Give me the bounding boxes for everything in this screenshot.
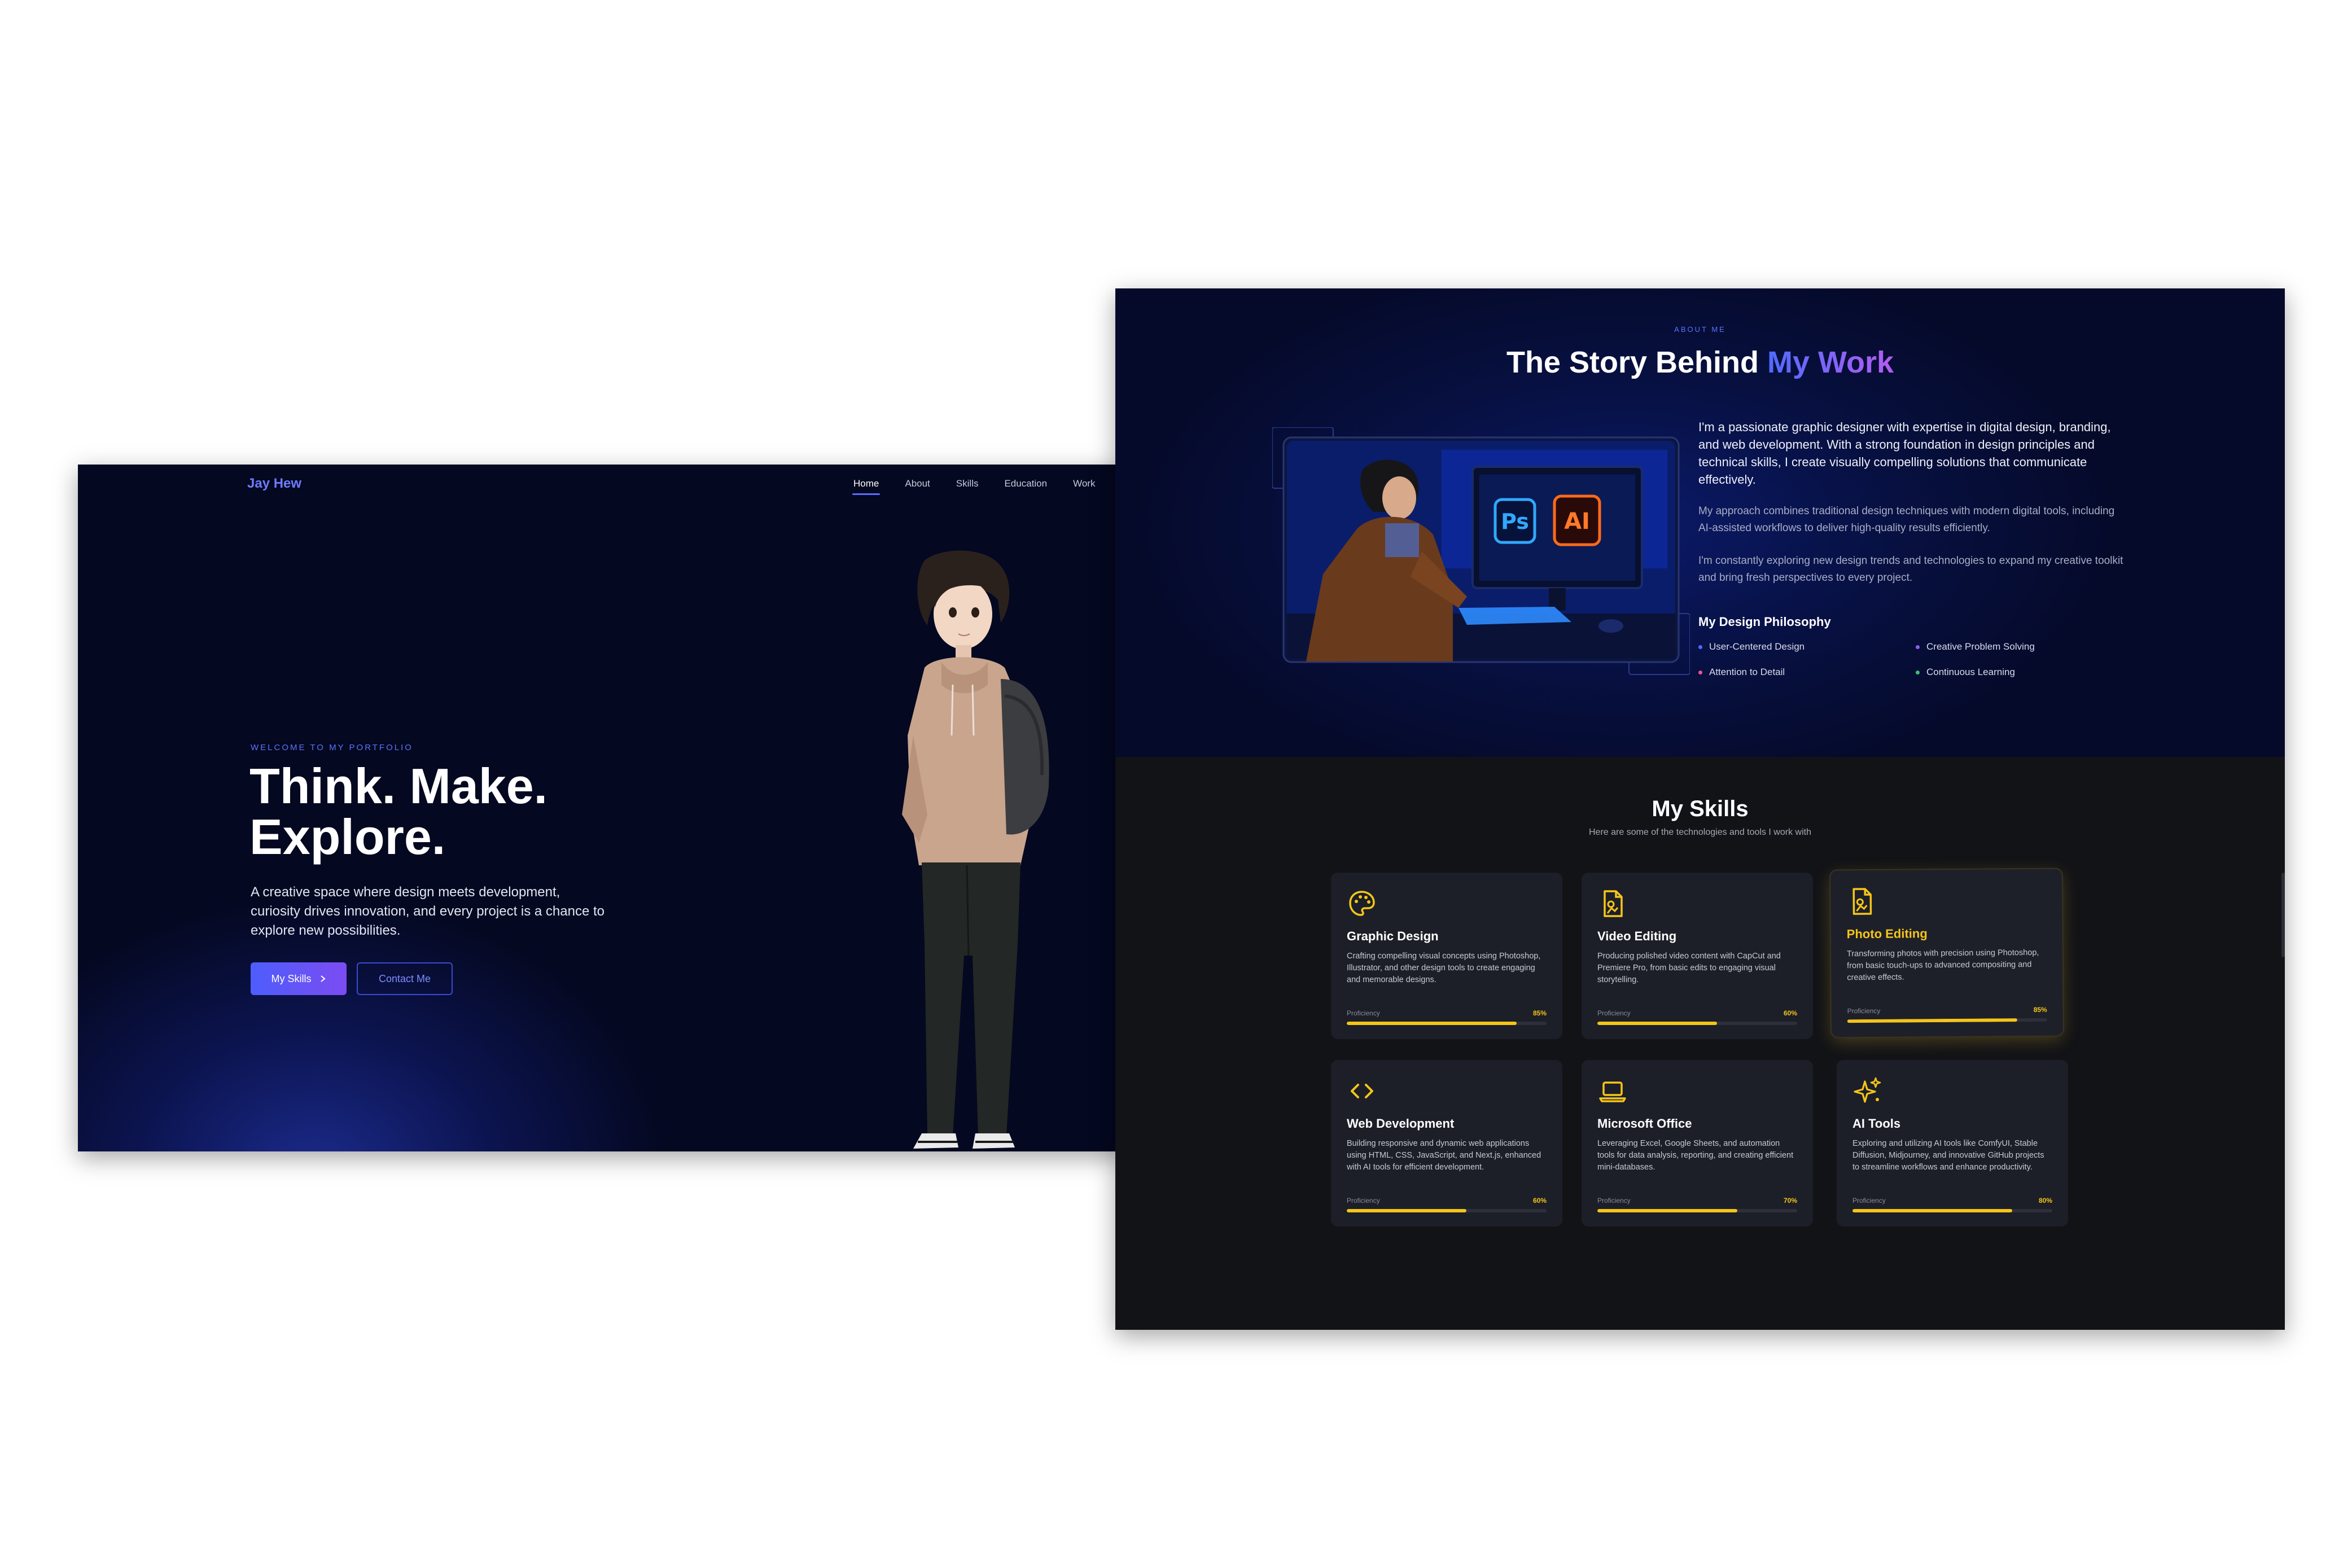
skills-subtitle: Here are some of the technologies and to… <box>1589 827 1811 837</box>
proficiency-value: 60% <box>1532 1197 1547 1205</box>
character-illustration <box>902 550 1049 1149</box>
hero-title-line2: Explore. <box>249 809 446 865</box>
proficiency-bar <box>1847 1018 2047 1023</box>
nav-about[interactable]: About <box>905 478 930 495</box>
proficiency-bar-fill <box>1847 1018 2017 1023</box>
skill-card-graphic-design[interactable]: Graphic Design Crafting compelling visua… <box>1331 873 1562 1039</box>
bullet-dot-icon <box>1698 670 1702 674</box>
skill-card-ai-tools[interactable]: AI Tools Exploring and utilizing AI tool… <box>1837 1060 2068 1227</box>
proficiency-label: Proficiency <box>1347 1197 1380 1205</box>
contact-me-button-label: Contact Me <box>378 973 431 984</box>
proficiency-bar-fill <box>1597 1022 1718 1025</box>
proficiency-bar-fill <box>1852 1209 2013 1212</box>
skill-card-description: Leveraging Excel, Google Sheets, and aut… <box>1597 1139 1794 1172</box>
nav-education[interactable]: Education <box>1004 478 1047 495</box>
nav-skills[interactable]: Skills <box>956 478 979 495</box>
laptop-icon <box>1599 1081 1626 1102</box>
about-paragraph-1: I'm a passionate graphic designer with e… <box>1698 420 2111 487</box>
hero-description: A creative space where design meets deve… <box>251 884 605 938</box>
main-nav: Home About Skills Education Work <box>852 478 1121 495</box>
skill-card-description: Building responsive and dynamic web appl… <box>1347 1139 1541 1172</box>
nav-work[interactable]: Work <box>1073 478 1095 495</box>
image-file-icon <box>1852 888 1872 915</box>
proficiency-bar-fill <box>1347 1022 1517 1025</box>
proficiency-bar-fill <box>1347 1209 1467 1212</box>
philosophy-item-label: Continuous Learning <box>1926 667 2015 677</box>
about-title-plain: The Story Behind <box>1506 345 1767 379</box>
skill-card-title: AI Tools <box>1852 1116 1901 1131</box>
ps-label: Ps <box>1501 509 1529 534</box>
proficiency-bar <box>1597 1022 1797 1025</box>
philosophy-title: My Design Philosophy <box>1698 615 1831 629</box>
bullet-dot-icon <box>1916 670 1920 674</box>
skill-card-photo-editing[interactable]: Photo Editing Transforming photos with p… <box>1830 869 2064 1037</box>
philosophy-item: Creative Problem Solving <box>1916 641 2035 652</box>
scrollbar-thumb[interactable] <box>2281 873 2285 957</box>
philosophy-item: Continuous Learning <box>1916 667 2015 678</box>
contact-me-button[interactable]: Contact Me <box>357 962 453 995</box>
designer-workspace-illustration: Ps AI <box>1272 427 1690 675</box>
palette-icon <box>1349 891 1375 916</box>
bullet-dot-icon <box>1698 645 1702 649</box>
philosophy-item-label: Attention to Detail <box>1709 667 1785 677</box>
hero-title-line1: Think. Make. <box>249 758 548 814</box>
sparkles-icon <box>1854 1077 1881 1103</box>
proficiency-label: Proficiency <box>1597 1009 1631 1017</box>
proficiency-label: Proficiency <box>1597 1197 1631 1205</box>
hero-title: Think. Make. Explore. <box>249 761 645 862</box>
about-skills-window: ABOUT ME The Story Behind My Work Ps AI <box>1115 288 2285 1330</box>
skill-card-title: Web Development <box>1347 1116 1455 1131</box>
about-eyebrow: ABOUT ME <box>1674 325 1726 334</box>
about-paragraph-3: I'm constantly exploring new design tren… <box>1698 555 2123 584</box>
proficiency-value: 60% <box>1783 1009 1797 1017</box>
philosophy-item: User-Centered Design <box>1698 641 1804 652</box>
skill-card-title: Microsoft Office <box>1597 1116 1692 1131</box>
proficiency-label: Proficiency <box>1852 1197 1886 1205</box>
skill-card-title: Photo Editing <box>1846 926 1928 941</box>
skill-card-title: Graphic Design <box>1347 929 1439 943</box>
skill-card-description: Exploring and utilizing AI tools like Co… <box>1852 1139 2044 1172</box>
proficiency-label: Proficiency <box>1847 1006 1881 1015</box>
proficiency-value: 85% <box>1532 1009 1547 1017</box>
video-file-icon <box>1604 890 1623 917</box>
skill-card-video-editing[interactable]: Video Editing Producing polished video c… <box>1582 873 1813 1039</box>
my-skills-button-label: My Skills <box>271 973 312 984</box>
philosophy-item-label: Creative Problem Solving <box>1926 641 2035 652</box>
hero-window: Jay Hew Home About Skills Education Work… <box>78 465 1129 1151</box>
proficiency-bar <box>1597 1209 1797 1212</box>
code-icon <box>1351 1084 1373 1098</box>
my-skills-button[interactable]: My Skills <box>251 962 347 995</box>
skill-card-microsoft-office[interactable]: Microsoft Office Leveraging Excel, Googl… <box>1582 1060 1813 1227</box>
skills-title: My Skills <box>1652 796 1749 821</box>
skill-card-web-development[interactable]: Web Development Building responsive and … <box>1331 1060 1562 1227</box>
about-paragraph-2: My approach combines traditional design … <box>1698 505 2115 534</box>
skill-card-description: Producing polished video content with Ca… <box>1597 952 1781 984</box>
chevron-right-icon <box>320 975 326 982</box>
nav-home[interactable]: Home <box>852 478 881 495</box>
ai-label: AI <box>1564 509 1590 535</box>
hero-eyebrow: WELCOME TO MY PORTFOLIO <box>251 743 413 752</box>
about-title-highlight: My Work <box>1767 345 1894 379</box>
proficiency-value: 85% <box>2033 1005 2047 1014</box>
site-logo[interactable]: Jay Hew <box>247 476 301 492</box>
proficiency-value: 80% <box>2038 1197 2052 1205</box>
about-title: The Story Behind My Work <box>1115 345 2285 380</box>
proficiency-bar-fill <box>1597 1209 1737 1212</box>
bullet-dot-icon <box>1916 645 1920 649</box>
skill-card-description: Crafting compelling visual concepts usin… <box>1347 952 1541 984</box>
philosophy-item-label: User-Centered Design <box>1709 641 1805 652</box>
proficiency-bar <box>1347 1022 1547 1025</box>
proficiency-bar <box>1852 1209 2052 1212</box>
philosophy-item: Attention to Detail <box>1698 667 1785 678</box>
proficiency-label: Proficiency <box>1347 1009 1380 1017</box>
skill-card-description: Transforming photos with precision using… <box>1846 948 2039 983</box>
proficiency-bar <box>1347 1209 1547 1212</box>
proficiency-value: 70% <box>1783 1197 1797 1205</box>
about-section: ABOUT ME The Story Behind My Work Ps AI <box>1115 288 2285 757</box>
skill-card-title: Video Editing <box>1597 929 1677 943</box>
